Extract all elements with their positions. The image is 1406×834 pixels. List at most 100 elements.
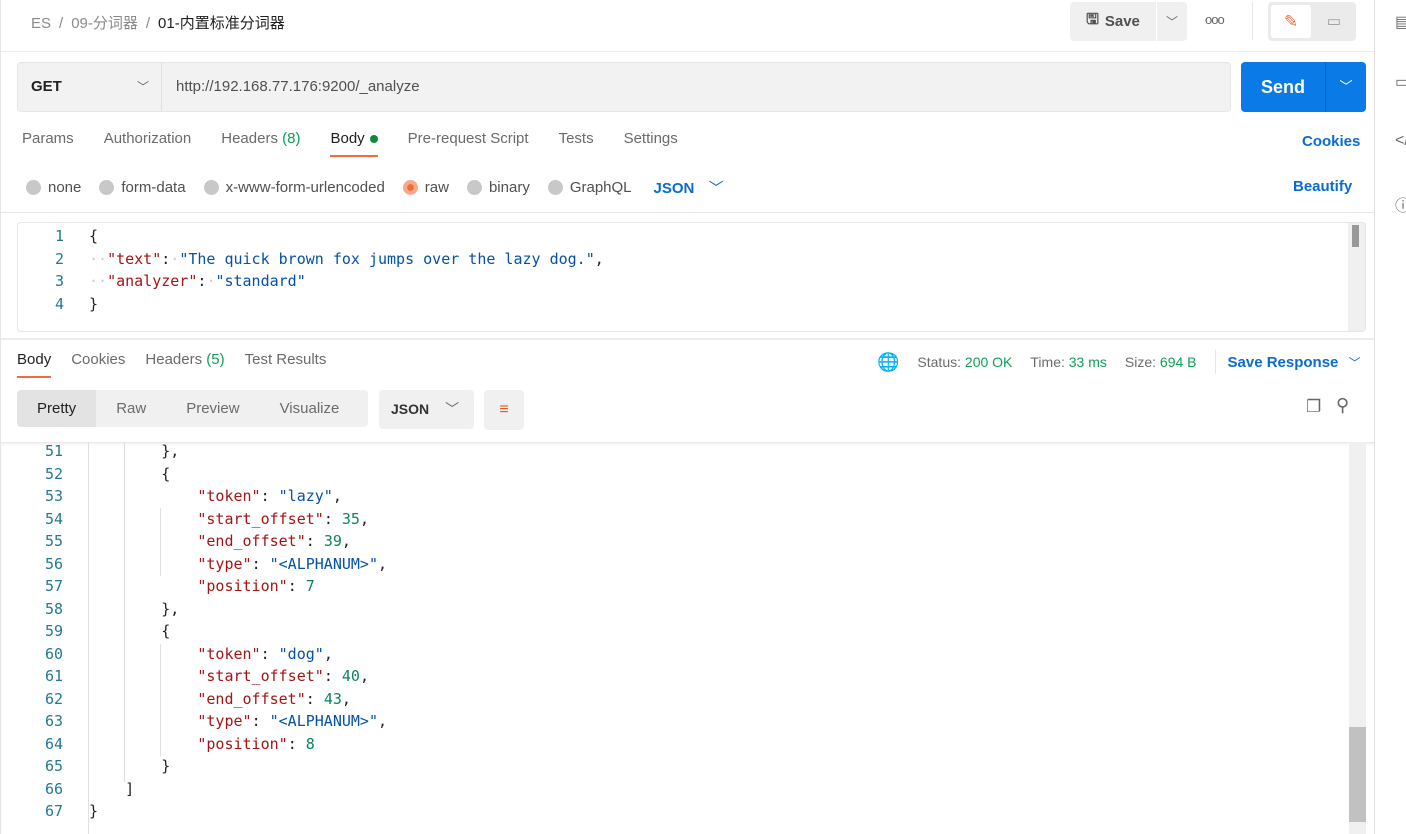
response-meta: 🌐 Status: 200 OK Time: 33 ms Size: 694 B… bbox=[877, 350, 1361, 374]
scrollbar-thumb[interactable] bbox=[1352, 225, 1359, 247]
code-line: } bbox=[89, 294, 99, 313]
tab-authorization[interactable]: Authorization bbox=[104, 130, 192, 157]
format-raw[interactable]: Raw bbox=[96, 390, 166, 427]
wrap-lines-icon[interactable]: ≡ bbox=[484, 390, 524, 430]
chevron-down-icon: ﹀ bbox=[1348, 355, 1361, 370]
line-number: 2 bbox=[54, 249, 64, 268]
body-type-radios: none form-data x-www-form-urlencoded raw… bbox=[26, 177, 724, 198]
line-number: 51 bbox=[44, 442, 63, 460]
tab-test-results[interactable]: Test Results bbox=[245, 351, 327, 378]
chevron-down-icon: ﹀ bbox=[445, 401, 460, 417]
line-number: 52 bbox=[44, 464, 63, 483]
globe-icon[interactable]: 🌐 bbox=[877, 352, 899, 373]
response-tabs: Body Cookies Headers (5) Test Results bbox=[17, 351, 326, 378]
pencil-icon[interactable]: ✎ bbox=[1271, 5, 1311, 38]
cookies-link[interactable]: Cookies bbox=[1302, 133, 1360, 150]
chevron-down-icon: ﹀ bbox=[708, 180, 724, 197]
radio-none[interactable]: none bbox=[26, 179, 81, 196]
line-number: 62 bbox=[44, 689, 63, 708]
line-number: 56 bbox=[44, 554, 63, 573]
comment-icon[interactable]: ▭ bbox=[1316, 5, 1352, 38]
tab-params[interactable]: Params bbox=[22, 130, 74, 157]
search-icon[interactable]: ⚲ bbox=[1336, 395, 1349, 416]
code-line: } bbox=[89, 802, 99, 820]
more-options-button[interactable]: ooo bbox=[1205, 12, 1225, 27]
breadcrumb-item[interactable]: 09-分词器 bbox=[71, 15, 138, 32]
size: Size: 694 B bbox=[1124, 354, 1197, 370]
divider bbox=[1, 212, 1375, 213]
radio-binary[interactable]: binary bbox=[466, 179, 530, 196]
line-number: 66 bbox=[44, 779, 63, 798]
scrollbar-thumb[interactable] bbox=[1349, 727, 1366, 822]
code-line: }, bbox=[161, 599, 180, 618]
header: ES / 09-分词器 / 01-内置标准分词器 🖫 Save ﹀ ooo ✎ ▭ bbox=[1, 0, 1375, 52]
send-button[interactable]: Send ﹀ bbox=[1241, 62, 1366, 112]
beautify-link[interactable]: Beautify bbox=[1293, 178, 1352, 195]
tab-response-cookies[interactable]: Cookies bbox=[71, 351, 125, 378]
format-visualize[interactable]: Visualize bbox=[260, 390, 360, 427]
breadcrumb-sep: / bbox=[59, 15, 64, 32]
line-number: 57 bbox=[44, 577, 63, 595]
save-icon: 🖫 bbox=[1086, 11, 1099, 28]
breadcrumb-item[interactable]: ES bbox=[31, 15, 51, 32]
radio-raw[interactable]: raw bbox=[402, 179, 449, 196]
line-number: 64 bbox=[44, 734, 63, 753]
line-number: 53 bbox=[44, 487, 63, 505]
code-line: { bbox=[161, 464, 171, 483]
line-number: 55 bbox=[44, 532, 63, 550]
send-label: Send bbox=[1260, 77, 1305, 97]
request-name[interactable]: 01-内置标准分词器 bbox=[158, 15, 285, 32]
code-line: "position": 8 bbox=[197, 734, 315, 753]
tab-response-body[interactable]: Body bbox=[17, 351, 52, 378]
tab-body[interactable]: Body bbox=[330, 130, 378, 157]
tab-settings[interactable]: Settings bbox=[624, 130, 678, 157]
line-number: 67 bbox=[44, 802, 63, 820]
radio-graphql[interactable]: GraphQL bbox=[547, 179, 632, 196]
url-bar: GET ﹀ http://192.168.77.176:9200/_analyze bbox=[17, 62, 1231, 112]
tab-tests[interactable]: Tests bbox=[559, 130, 594, 157]
copy-icon[interactable]: ❐ bbox=[1306, 397, 1321, 417]
code-line: }, bbox=[161, 442, 180, 460]
chevron-down-icon: ﹀ bbox=[1165, 15, 1178, 29]
time: Time: 33 ms bbox=[1030, 354, 1107, 370]
code-line: { bbox=[89, 227, 99, 245]
line-number: 1 bbox=[54, 227, 64, 245]
tab-response-headers[interactable]: Headers (5) bbox=[145, 351, 224, 378]
modified-dot-icon bbox=[369, 135, 378, 144]
tab-pre-request-script[interactable]: Pre-request Script bbox=[408, 130, 529, 157]
right-sidebar: ▤ ▭ </ ⓘ bbox=[1374, 0, 1406, 834]
raw-format-select[interactable]: JSON ﹀ bbox=[654, 177, 724, 198]
documentation-icon[interactable]: ▤ bbox=[1395, 12, 1406, 32]
code-line: "type": "<ALPHANUM>", bbox=[197, 554, 388, 573]
divider bbox=[1214, 350, 1216, 374]
code-line: ··"text":·"The quick brown fox jumps ove… bbox=[89, 249, 604, 268]
send-dropdown-button[interactable]: ﹀ bbox=[1325, 62, 1366, 112]
request-body-editor[interactable]: 1 {2 ··"text":·"The quick brown fox jumps … bbox=[17, 222, 1366, 332]
url-input[interactable]: http://192.168.77.176:9200/_analyze bbox=[176, 63, 420, 111]
code-line: "token": "dog", bbox=[197, 644, 333, 663]
info-icon[interactable]: ⓘ bbox=[1395, 192, 1406, 216]
code-line: ] bbox=[125, 779, 135, 798]
chevron-down-icon: ﹀ bbox=[136, 80, 149, 94]
format-pretty[interactable]: Pretty bbox=[17, 390, 97, 427]
save-response-button[interactable]: Save Response ﹀ bbox=[1228, 354, 1361, 371]
line-number: 65 bbox=[44, 757, 63, 775]
mode-toggle: ✎ ▭ bbox=[1268, 2, 1356, 41]
comments-icon[interactable]: ▭ bbox=[1395, 72, 1406, 92]
radio-x-www-form-urlencoded[interactable]: x-www-form-urlencoded bbox=[203, 179, 385, 196]
radio-form-data[interactable]: form-data bbox=[99, 179, 186, 196]
format-preview[interactable]: Preview bbox=[166, 390, 259, 427]
code-icon[interactable]: </ bbox=[1395, 132, 1406, 150]
tab-headers[interactable]: Headers (8) bbox=[221, 130, 300, 157]
code-line: "start_offset": 35, bbox=[197, 509, 369, 528]
save-dropdown-button[interactable]: ﹀ bbox=[1157, 2, 1187, 41]
divider bbox=[1252, 2, 1253, 40]
breadcrumb: ES / 09-分词器 / 01-内置标准分词器 bbox=[31, 12, 285, 33]
line-number: 63 bbox=[44, 712, 63, 730]
save-label: Save bbox=[1104, 13, 1140, 30]
response-language-select[interactable]: JSON ﹀ bbox=[379, 390, 474, 429]
save-button[interactable]: 🖫 Save bbox=[1070, 2, 1156, 41]
response-body-viewer[interactable]: 51 }, 52 {53 "token": "lazy", 54 "start_of… bbox=[1, 442, 1375, 834]
main-panel: ES / 09-分词器 / 01-内置标准分词器 🖫 Save ﹀ ooo ✎ ▭ GET… bbox=[0, 0, 1375, 834]
method-select[interactable]: GET ﹀ bbox=[18, 63, 162, 111]
